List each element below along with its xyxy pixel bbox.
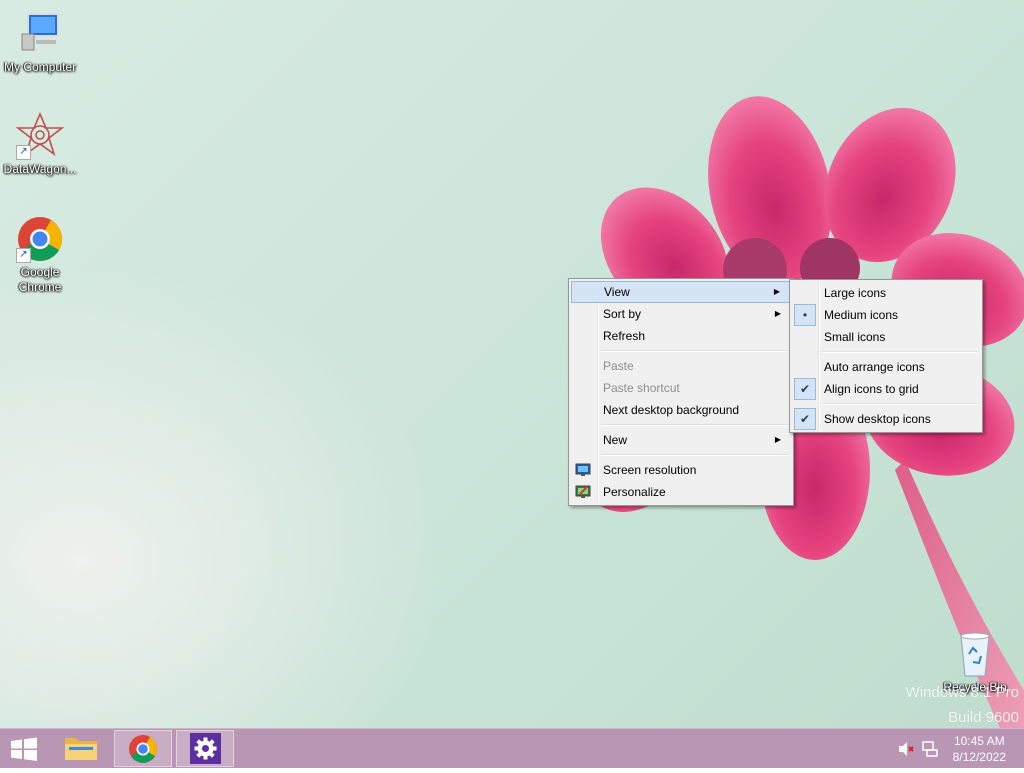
submenu-arrow-icon: ▶ (774, 435, 781, 444)
menu-item-large-icons[interactable]: Large icons (792, 282, 980, 304)
menu-item-align-icons-to-grid[interactable]: ✔ Align icons to grid (792, 378, 980, 400)
desktop-icon-my-computer[interactable]: My Computer (0, 10, 80, 75)
clock-date: 8/12/2022 (952, 750, 1006, 764)
windows-edition-watermark: Windows 8.1 Pro (905, 684, 1019, 701)
system-clock[interactable]: 10:45 AM 8/12/2022 (953, 733, 1006, 765)
menu-item-label: Align icons to grid (824, 382, 919, 396)
menu-item-label: Refresh (603, 329, 646, 343)
menu-item-paste-shortcut[interactable]: Paste shortcut (571, 377, 791, 399)
menu-item-label: Sort by (603, 307, 642, 321)
menu-separator (601, 350, 789, 352)
speaker-muted-icon[interactable] (897, 741, 915, 757)
desktop[interactable]: My Computer ↗ DataWagon... ↗ Google Chro… (0, 0, 1024, 728)
datawagon-icon: ↗ (15, 111, 65, 160)
menu-item-view[interactable]: View ▶ (571, 281, 791, 303)
menu-item-paste[interactable]: Paste (571, 355, 791, 377)
desktop-icon-label: My Computer (3, 60, 77, 74)
shortcut-arrow-icon: ↗ (16, 248, 31, 263)
settings-gear-icon (190, 733, 221, 764)
menu-item-label: Next desktop background (603, 403, 740, 417)
menu-item-personalize[interactable]: Personalize (571, 481, 791, 503)
menu-item-label: Large icons (824, 286, 887, 300)
menu-separator (822, 351, 978, 353)
view-submenu: Large icons • Medium icons Small icons A… (789, 279, 983, 433)
menu-item-label: Personalize (603, 485, 666, 499)
clock-time: 10:45 AM (953, 734, 1005, 748)
desktop-icon-google-chrome[interactable]: ↗ Google Chrome (0, 215, 80, 295)
personalize-icon (575, 485, 591, 498)
taskbar-chrome[interactable] (114, 730, 172, 767)
menu-item-label: Screen resolution (603, 463, 697, 477)
file-explorer-icon (65, 738, 97, 760)
menu-item-next-desktop-background[interactable]: Next desktop background (571, 399, 791, 421)
submenu-arrow-icon: ▶ (774, 309, 781, 318)
desktop-icon-label: DataWagon... (3, 162, 77, 176)
menu-item-label: Paste shortcut (603, 381, 680, 395)
taskbar-settings[interactable] (176, 730, 234, 767)
shortcut-arrow-icon: ↗ (16, 145, 31, 160)
submenu-arrow-icon: ▶ (773, 287, 780, 296)
menu-item-refresh[interactable]: Refresh (571, 325, 791, 347)
menu-item-small-icons[interactable]: Small icons (792, 326, 980, 348)
checkmark-icon: ✔ (794, 378, 816, 400)
computer-icon (16, 10, 64, 58)
menu-item-show-desktop-icons[interactable]: ✔ Show desktop icons (792, 408, 980, 430)
desktop-icon-datawagon[interactable]: ↗ DataWagon... (0, 111, 80, 177)
menu-item-label: New (603, 433, 628, 447)
menu-item-new[interactable]: New ▶ (571, 429, 791, 451)
menu-item-label: Small icons (824, 330, 886, 344)
recycle-bin-icon (951, 630, 999, 678)
chrome-icon: ↗ (16, 215, 64, 263)
radio-bullet-icon: • (794, 304, 816, 326)
menu-item-label: Show desktop icons (824, 412, 931, 426)
checkmark-icon: ✔ (794, 408, 816, 430)
chrome-icon (129, 735, 157, 763)
menu-item-screen-resolution[interactable]: Screen resolution (571, 459, 791, 481)
desktop-context-menu: View ▶ Sort by ▶ Refresh Paste Paste sho… (568, 278, 794, 506)
start-button[interactable] (0, 730, 48, 767)
network-icon[interactable] (921, 741, 939, 757)
taskbar: 10:45 AM 8/12/2022 (0, 728, 1024, 768)
desktop-icon-label: Google (20, 265, 60, 279)
menu-item-sort-by[interactable]: Sort by ▶ (571, 303, 791, 325)
windows-start-icon (11, 737, 37, 761)
menu-item-label: Paste (603, 359, 634, 373)
build-number-watermark: Build 9600 (948, 709, 1019, 726)
menu-item-label: View (604, 285, 630, 299)
menu-separator (601, 424, 789, 426)
menu-separator (822, 403, 978, 405)
menu-item-medium-icons[interactable]: • Medium icons (792, 304, 980, 326)
menu-item-auto-arrange-icons[interactable]: Auto arrange icons (792, 356, 980, 378)
menu-item-label: Auto arrange icons (824, 360, 925, 374)
menu-item-label: Medium icons (824, 308, 899, 322)
desktop-icon-label: Chrome (18, 280, 62, 294)
taskbar-file-explorer[interactable] (52, 730, 110, 767)
screen-resolution-icon (575, 463, 591, 476)
menu-separator (601, 454, 789, 456)
